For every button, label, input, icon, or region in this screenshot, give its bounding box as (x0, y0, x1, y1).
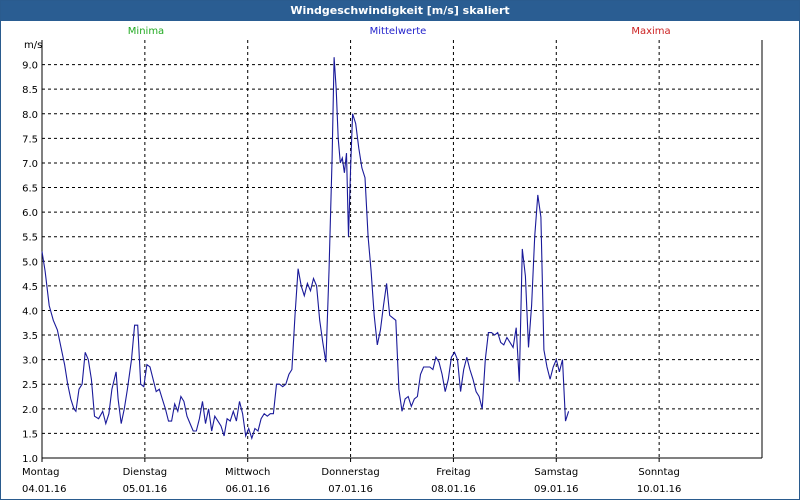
x-tick-date-label: 10.01.16 (637, 484, 682, 495)
y-tick-label: 6.0 (22, 208, 38, 219)
x-tick-day-label: Freitag (436, 467, 470, 478)
x-tick-date-label: 07.01.16 (328, 484, 373, 495)
series-line-mittelwerte (41, 57, 570, 441)
y-tick-label: 5.5 (22, 233, 38, 244)
y-tick-label: 9.0 (22, 61, 38, 72)
series (41, 57, 570, 441)
y-tick-label: 4.5 (22, 282, 38, 293)
x-tick-day-label: Mittwoch (225, 467, 270, 478)
y-tick-label: 7.0 (22, 159, 38, 170)
x-tick-labels: Montag 04.01.16 Dienstag 05.01.16 Mittwoch 06… (22, 467, 681, 495)
x-tick-date-label: 08.01.16 (431, 484, 476, 495)
x-tick-date-label: 04.01.16 (22, 484, 67, 495)
y-tick-label: 2.5 (22, 380, 38, 391)
x-tick-day-label: Dienstag (123, 467, 168, 478)
y-tick-label: 5.0 (22, 257, 38, 268)
y-tick-label: 1.5 (22, 429, 38, 440)
legend-maxima: Maxima (631, 26, 670, 37)
axes (41, 40, 763, 462)
y-tick-label: 6.5 (22, 184, 38, 195)
x-tick-date-label: 05.01.16 (123, 484, 168, 495)
y-tick-label: 4.0 (22, 306, 38, 317)
x-tick-day-label: Sonntag (638, 467, 680, 478)
y-tick-label: 7.5 (22, 134, 38, 145)
y-tick-label: 1.0 (22, 454, 38, 465)
y-axis-unit-label: m/s (24, 40, 42, 51)
x-tick-date-label: 06.01.16 (225, 484, 270, 495)
x-tick-date-label: 09.01.16 (534, 484, 579, 495)
grid (42, 40, 762, 459)
y-tick-label: 8.5 (22, 85, 38, 96)
legend-mittelwerte: Mittelwerte (370, 26, 427, 37)
legend-minima: Minima (128, 26, 164, 37)
y-tick-label: 8.0 (22, 110, 38, 121)
y-tick-labels: 1.0 1.5 2.0 2.5 3.0 3.5 4.0 4.5 5.0 5.5 6.0 6.5 7.0 7… (22, 61, 38, 465)
x-tick-day-label: Donnerstag (321, 467, 379, 478)
y-tick-label: 3.5 (22, 331, 38, 342)
line-chart: m/s Minima Mittelwerte Maxima 1.0 1.5 2.0 2… (22, 26, 763, 495)
x-tick-day-label: Montag (22, 467, 59, 478)
x-tick-day-label: Samstag (534, 467, 578, 478)
y-tick-label: 3.0 (22, 356, 38, 367)
y-tick-label: 2.0 (22, 405, 38, 416)
